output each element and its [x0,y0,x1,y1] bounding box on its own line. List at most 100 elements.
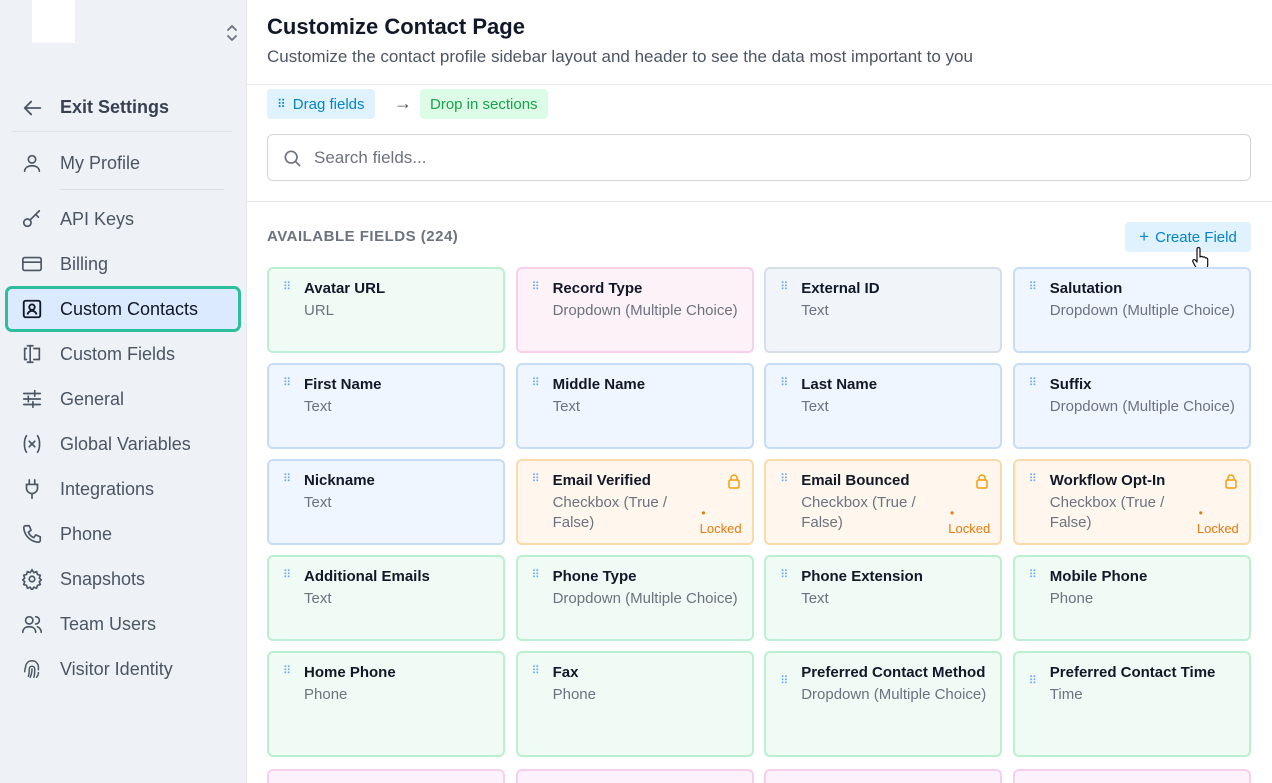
drag-handle-icon[interactable]: ⠿ [532,474,540,485]
field-type: Text [304,590,332,607]
sidebar-item-visitor-identity[interactable]: Visitor Identity [8,649,240,689]
drag-handle-icon[interactable]: ⠿ [283,282,291,293]
field-card-preferred-contact-time[interactable]: ⠿ Preferred Contact Time Time [1012,651,1251,757]
drag-handle-icon[interactable]: ⠿ [1029,474,1037,485]
field-name: Salutation [1049,280,1123,297]
field-card-phone-type[interactable]: ⠿ Phone Type Dropdown (Multiple Choice) [515,555,754,641]
phone-icon [20,522,44,546]
sidebar-item-api-keys[interactable]: API Keys [8,199,240,239]
search-box[interactable] [267,134,1251,181]
field-card-additional-emails[interactable]: ⠿ Additional Emails Text [267,555,505,641]
field-type: Phone [1049,590,1094,607]
field-card-nickname[interactable]: ⠿ Nickname Text [267,459,505,545]
page-title: Customize Contact Page [267,14,525,39]
field-name: Middle Name [552,376,646,393]
search-input[interactable] [314,147,1214,168]
field-type: Dropdown (Multiple Choice) [801,686,987,703]
arrow-left-icon [23,100,42,115]
field-card-avatar-url[interactable]: ⠿ Avatar URL URL [267,267,505,353]
drag-fields-label: Drag fields [292,95,365,113]
sidebar-item-global-variables[interactable]: Global Variables [8,424,240,464]
field-card-partial[interactable] [267,769,505,783]
sidebar-item-label: My Profile [60,152,141,173]
sidebar-item-label: Custom Fields [60,343,176,364]
arrow-right-icon: → [394,93,412,113]
drag-handle-icon[interactable]: ⠿ [780,570,788,581]
sidebar-item-snapshots[interactable]: Snapshots [8,559,240,599]
drag-handle-icon[interactable]: ⠿ [283,378,291,389]
drag-handle-icon[interactable]: ⠿ [532,570,540,581]
field-name: Fax [552,664,579,681]
field-type: Text [801,398,829,415]
sidebar-item-integrations[interactable]: Integrations [8,469,240,509]
field-card-salutation[interactable]: ⠿ Salutation Dropdown (Multiple Choice) [1012,267,1251,353]
sidebar-item-custom-contacts[interactable]: Custom Contacts [5,286,241,332]
field-card-email-bounced[interactable]: ⠿ Email Bounced Checkbox (True / False) … [764,459,1003,545]
main-content: Customize Contact Page Customize the con… [247,0,1272,783]
drag-handle-icon[interactable]: ⠿ [780,282,788,293]
field-card-phone-extension[interactable]: ⠿ Phone Extension Text [764,555,1003,641]
create-field-button[interactable]: + Create Field [1125,222,1251,252]
field-card-fax[interactable]: ⠿ Fax Phone [515,651,754,757]
settings-sidebar: Exit Settings My Profile API Keys Billin… [0,0,247,783]
drag-handle-icon[interactable]: ⠿ [1029,676,1037,687]
drag-handle-icon[interactable]: ⠿ [1029,570,1037,581]
field-name: First Name [304,376,382,393]
drag-handle-icon[interactable]: ⠿ [532,666,540,677]
drag-handle-icon[interactable]: ⠿ [780,474,788,485]
drag-handle-icon[interactable]: ⠿ [283,474,291,485]
drag-handle-icon[interactable]: ⠿ [1029,282,1037,293]
field-card-partial[interactable] [1013,769,1251,783]
sidebar-item-billing[interactable]: Billing [8,244,240,284]
field-card-preferred-contact-method[interactable]: ⠿ Preferred Contact Method Dropdown (Mul… [764,651,1003,757]
field-type: Phone [552,686,596,703]
field-name: Preferred Contact Method [801,664,986,681]
drag-handle-icon[interactable]: ⠿ [283,570,291,581]
sidebar-item-label: Phone [60,523,113,544]
credit-card-icon [20,252,44,276]
field-card-first-name[interactable]: ⠿ First Name Text [267,363,505,449]
field-card-partial[interactable] [764,769,1002,783]
drag-handle-icon[interactable]: ⠿ [532,378,540,389]
drag-fields-hint: ⠿ Drag fields [267,89,375,119]
sidebar-item-label: Team Users [60,613,157,634]
field-card-last-name[interactable]: ⠿ Last Name Text [764,363,1003,449]
field-card-suffix[interactable]: ⠿ Suffix Dropdown (Multiple Choice) [1012,363,1251,449]
locked-badge: • Locked [699,506,742,536]
field-card-middle-name[interactable]: ⠿ Middle Name Text [515,363,754,449]
lock-icon [976,474,988,489]
field-card-email-verified[interactable]: ⠿ Email Verified Checkbox (True / False)… [515,459,754,545]
create-field-label: Create Field [1155,228,1237,246]
chevron-up-down-icon[interactable] [224,23,240,43]
variable-icon [20,432,44,456]
sidebar-item-custom-fields[interactable]: Custom Fields [8,334,240,374]
field-type: Text [801,302,829,319]
sidebar-item-phone[interactable]: Phone [8,514,240,554]
sidebar-item-team-users[interactable]: Team Users [8,604,240,644]
gear-icon [20,567,44,591]
field-type: Phone [304,686,348,703]
drag-handle-icon[interactable]: ⠿ [283,666,291,677]
sidebar-item-my-profile[interactable]: My Profile [8,143,240,183]
field-card-partial[interactable] [516,769,754,783]
exit-settings-button[interactable]: Exit Settings [12,84,232,132]
drag-handle-icon[interactable]: ⠿ [780,378,788,389]
drag-handle-icon[interactable]: ⠿ [532,282,540,293]
text-field-icon [20,342,44,366]
sidebar-item-general[interactable]: General [8,379,240,419]
field-card-external-id[interactable]: ⠿ External ID Text [764,267,1003,353]
field-card-home-phone[interactable]: ⠿ Home Phone Phone [267,651,505,757]
field-card-mobile-phone[interactable]: ⠿ Mobile Phone Phone [1012,555,1251,641]
fields-grid: ⠿ Avatar URL URL ⠿ Record Type Dropdown … [267,267,1251,757]
field-type: URL [304,302,335,319]
field-name: Additional Emails [304,568,430,585]
company-logo[interactable] [32,0,75,43]
field-card-workflow-opt-in[interactable]: ⠿ Workflow Opt-In Checkbox (True / False… [1012,459,1251,545]
drag-handle-icon[interactable]: ⠿ [1029,378,1037,389]
field-card-record-type[interactable]: ⠿ Record Type Dropdown (Multiple Choice) [515,267,754,353]
sliders-icon [20,387,44,411]
field-name: Phone Type [552,568,637,585]
sidebar-item-label: API Keys [60,208,135,229]
page-subtitle: Customize the contact profile sidebar la… [267,47,973,66]
drag-handle-icon[interactable]: ⠿ [780,676,788,687]
